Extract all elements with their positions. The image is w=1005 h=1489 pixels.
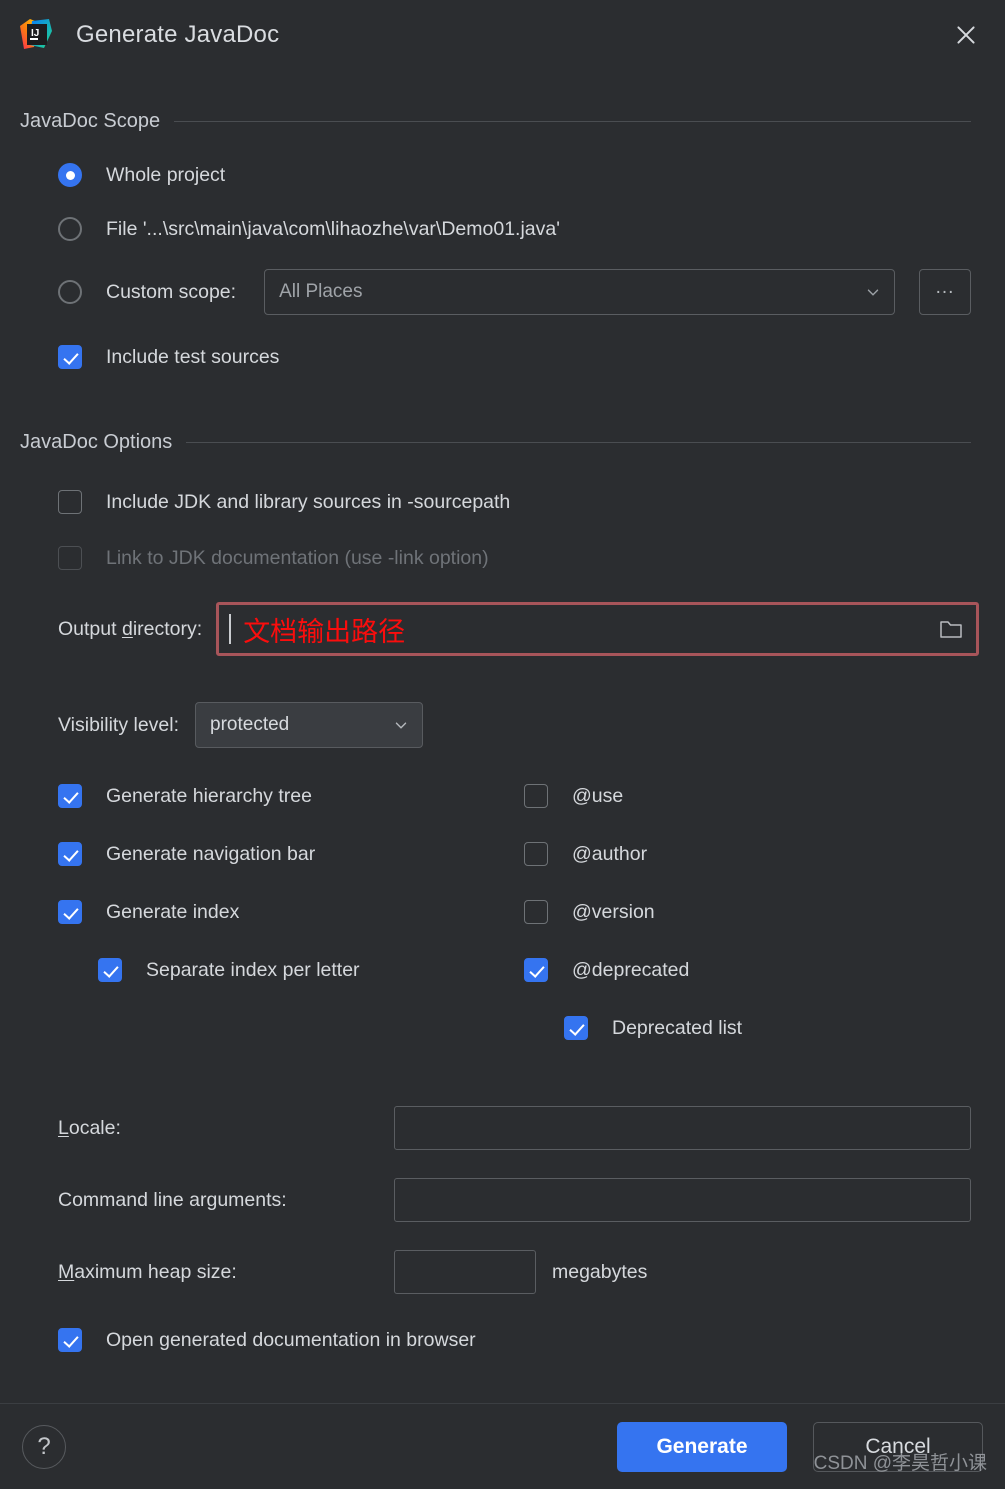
radio-file-scope[interactable]: File '...\src\main\java\com\lihaozhe\var… [58, 217, 1005, 241]
checkbox-label-tag-use: @use [572, 784, 624, 807]
checkbox-label-link-jdk-documentation: Link to JDK documentation (use -link opt… [106, 546, 489, 569]
checkbox-tag-version[interactable]: @version [524, 900, 1005, 924]
checkbox-generate-navigation-bar[interactable]: Generate navigation bar [58, 842, 520, 866]
custom-scope-select[interactable]: All Places [264, 269, 895, 315]
checkbox-indicator-generate-index[interactable] [58, 900, 82, 924]
folder-icon[interactable] [938, 618, 964, 640]
maximum-heap-size-input[interactable] [394, 1250, 536, 1294]
output-directory-value: 文档输出路径 [243, 616, 406, 648]
checkbox-indicator-separate-index-per-letter[interactable] [98, 958, 122, 982]
svg-text:IJ: IJ [31, 28, 39, 39]
help-button[interactable]: ? [22, 1424, 66, 1469]
checkbox-include-jdk-sources[interactable]: Include JDK and library sources in -sour… [58, 490, 1005, 514]
visibility-level-select[interactable]: protected [195, 702, 424, 748]
checkbox-label-tag-deprecated: @deprecated [572, 958, 690, 981]
checkbox-label-generate-navigation-bar: Generate navigation bar [106, 842, 316, 865]
radio-indicator-whole-project[interactable] [58, 163, 82, 187]
radio-label-file-scope: File '...\src\main\java\com\lihaozhe\var… [106, 217, 560, 240]
page-title: Generate JavaDoc [76, 21, 280, 48]
command-line-arguments-row: Command line arguments: [58, 1178, 971, 1222]
dialog-footer: ? Generate Cancel [0, 1403, 1005, 1489]
checkbox-indicator-include-test-sources[interactable] [58, 345, 82, 369]
output-directory-input[interactable]: 文档输出路径 [216, 602, 979, 656]
checkbox-indicator-tag-deprecated[interactable] [524, 958, 548, 982]
output-directory-row: Output directory: 文档输出路径 [58, 602, 979, 656]
dialog-titlebar: IJ Generate JavaDoc [0, 0, 1005, 70]
checkbox-generate-index[interactable]: Generate index [58, 900, 520, 924]
checkbox-label-generate-index: Generate index [106, 900, 240, 923]
radio-indicator-custom-scope[interactable] [58, 280, 82, 304]
visibility-level-label: Visibility level: [58, 713, 180, 736]
radio-indicator-file-scope[interactable] [58, 217, 82, 241]
checkbox-indicator-open-in-browser[interactable] [58, 1328, 82, 1352]
options-left-column: Generate hierarchy tree Generate navigat… [0, 784, 520, 1040]
checkbox-label-separate-index-per-letter: Separate index per letter [146, 958, 360, 981]
checkbox-indicator-generate-navigation-bar[interactable] [58, 842, 82, 866]
locale-input[interactable] [394, 1106, 971, 1150]
section-javadoc-scope: JavaDoc Scope [20, 110, 971, 133]
checkbox-generate-hierarchy-tree[interactable]: Generate hierarchy tree [58, 784, 520, 808]
visibility-level-value: protected [210, 714, 290, 735]
chevron-down-icon [867, 289, 879, 296]
checkbox-indicator-include-jdk-sources[interactable] [58, 490, 82, 514]
output-directory-label: Output directory: [58, 617, 203, 640]
checkbox-label-tag-author: @author [572, 842, 648, 865]
checkbox-label-include-test-sources: Include test sources [106, 345, 280, 368]
close-icon[interactable] [945, 14, 987, 56]
section-divider [186, 442, 971, 443]
custom-scope-value: All Places [279, 281, 363, 302]
checkbox-label-open-in-browser: Open generated documentation in browser [106, 1328, 476, 1351]
checkbox-label-include-jdk-sources: Include JDK and library sources in -sour… [106, 490, 511, 513]
section-javadoc-options: JavaDoc Options [20, 431, 971, 454]
maximum-heap-size-label: Maximum heap size: [58, 1260, 237, 1283]
locale-row: Locale: [58, 1106, 971, 1150]
text-caret [229, 614, 232, 644]
radio-label-whole-project: Whole project [106, 163, 226, 186]
generate-button[interactable]: Generate [617, 1421, 787, 1472]
radio-custom-scope-row[interactable]: Custom scope: All Places ... [58, 269, 971, 315]
checkbox-indicator-generate-hierarchy-tree[interactable] [58, 784, 82, 808]
checkbox-deprecated-list[interactable]: Deprecated list [564, 1016, 1005, 1040]
command-line-arguments-input[interactable] [394, 1178, 971, 1222]
custom-scope-browse-button[interactable]: ... [919, 269, 971, 315]
visibility-level-row: Visibility level: protected [58, 702, 1005, 748]
maximum-heap-size-units: megabytes [552, 1260, 648, 1283]
radio-label-custom-scope: Custom scope: [106, 280, 237, 303]
checkbox-include-test-sources[interactable]: Include test sources [58, 345, 1005, 369]
options-checkbox-columns: Generate hierarchy tree Generate navigat… [0, 784, 1005, 1040]
options-right-column: @use @author @version @deprecated Deprec… [520, 784, 1005, 1040]
cancel-button[interactable]: Cancel [813, 1421, 983, 1472]
checkbox-open-in-browser[interactable]: Open generated documentation in browser [58, 1328, 1005, 1352]
checkbox-label-deprecated-list: Deprecated list [612, 1016, 743, 1039]
section-divider [174, 121, 971, 122]
radio-whole-project[interactable]: Whole project [58, 163, 1005, 187]
command-line-arguments-label: Command line arguments: [58, 1188, 287, 1211]
checkbox-indicator-deprecated-list[interactable] [564, 1016, 588, 1040]
checkbox-separate-index-per-letter[interactable]: Separate index per letter [98, 958, 520, 982]
section-title-scope: JavaDoc Scope [20, 110, 161, 132]
checkbox-tag-deprecated[interactable]: @deprecated [524, 958, 1005, 982]
checkbox-link-jdk-documentation: Link to JDK documentation (use -link opt… [58, 546, 1005, 570]
checkbox-tag-author[interactable]: @author [524, 842, 1005, 866]
checkbox-indicator-tag-author[interactable] [524, 842, 548, 866]
section-title-options: JavaDoc Options [20, 431, 173, 453]
chevron-down-icon [395, 722, 407, 729]
checkbox-indicator-tag-version[interactable] [524, 900, 548, 924]
locale-label: Locale: [58, 1116, 121, 1139]
maximum-heap-size-row: Maximum heap size: megabytes [58, 1250, 971, 1294]
checkbox-indicator-link-jdk-documentation [58, 546, 82, 570]
intellij-idea-icon: IJ [18, 17, 54, 53]
checkbox-label-tag-version: @version [572, 900, 655, 923]
checkbox-indicator-tag-use[interactable] [524, 784, 548, 808]
checkbox-tag-use[interactable]: @use [524, 784, 1005, 808]
checkbox-label-generate-hierarchy-tree: Generate hierarchy tree [106, 784, 312, 807]
